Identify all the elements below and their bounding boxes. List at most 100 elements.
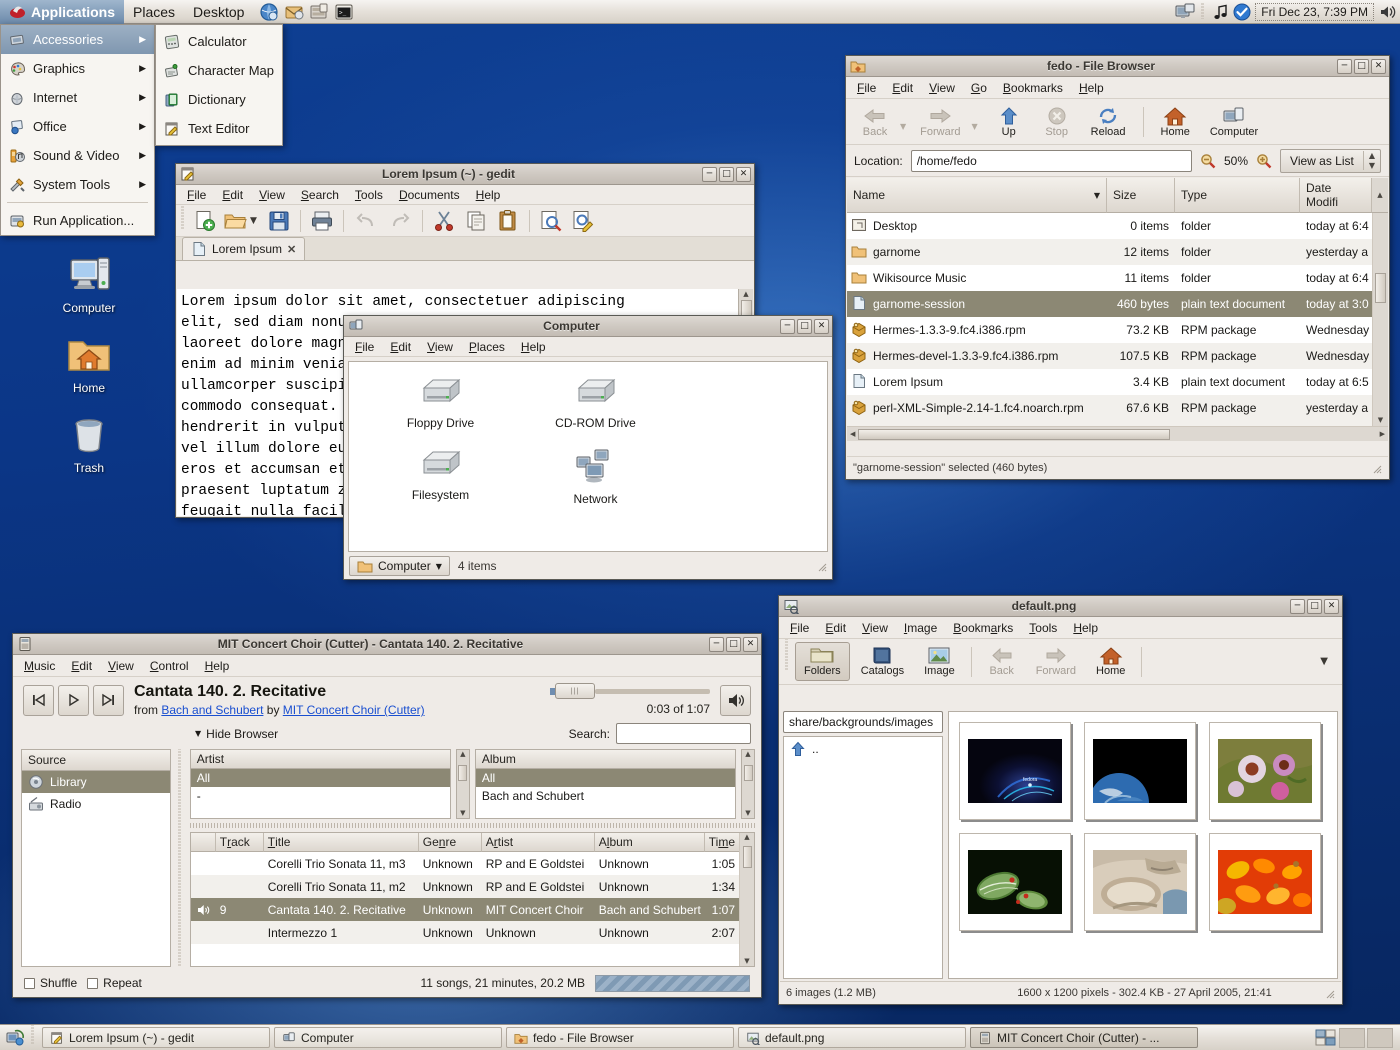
album-link[interactable]: Bach and Schubert bbox=[161, 703, 263, 717]
menu-file[interactable]: File bbox=[850, 79, 883, 97]
menu-view[interactable]: View bbox=[252, 186, 292, 204]
desktop-menu-button[interactable]: Desktop bbox=[184, 2, 253, 22]
shuffle-checkbox[interactable]: Shuffle bbox=[24, 976, 77, 990]
scroll-up-button[interactable]: ▲ bbox=[1372, 178, 1388, 213]
menu-help[interactable]: Help bbox=[514, 338, 553, 356]
display-icon[interactable] bbox=[1175, 3, 1195, 21]
column-date[interactable]: Date Modifi bbox=[1300, 178, 1372, 213]
computer-item-filesystem[interactable]: Filesystem bbox=[363, 448, 518, 502]
path-input[interactable] bbox=[783, 711, 943, 733]
forward-button[interactable]: Forward bbox=[1027, 642, 1085, 681]
maximize-button[interactable]: □ bbox=[719, 167, 734, 182]
volume-button[interactable] bbox=[720, 685, 751, 716]
open-icon[interactable] bbox=[223, 209, 247, 233]
track-row[interactable]: Corelli Trio Sonata 11, m3UnknownRP and … bbox=[191, 852, 739, 875]
computer-item-cdrom[interactable]: CD-ROM Drive bbox=[518, 376, 673, 430]
menu-tools[interactable]: Tools bbox=[1022, 619, 1064, 637]
file-list-scrollbar[interactable]: ▼ bbox=[1372, 213, 1388, 426]
taskbar-item[interactable]: fedo - File Browser bbox=[506, 1027, 734, 1048]
places-menu-button[interactable]: Places bbox=[124, 2, 184, 22]
column-type[interactable]: Type bbox=[1175, 178, 1300, 213]
computer-item-network[interactable]: Network bbox=[518, 448, 673, 520]
view-as-combo[interactable]: View as List ▲▼ bbox=[1280, 149, 1381, 173]
thumbnail-item[interactable] bbox=[1084, 833, 1196, 931]
maximize-button[interactable]: □ bbox=[1354, 59, 1369, 74]
update-check-icon[interactable] bbox=[1233, 3, 1251, 21]
menu-image[interactable]: Image bbox=[897, 619, 944, 637]
gedit-titlebar[interactable]: Lorem Ipsum (~) - gedit ─ □ ✕ bbox=[176, 164, 754, 185]
source-header[interactable]: Source bbox=[22, 750, 170, 771]
column-title[interactable]: Title bbox=[264, 833, 419, 852]
maximize-button[interactable]: □ bbox=[726, 637, 741, 652]
forward-dropdown-icon[interactable]: ▼ bbox=[972, 122, 978, 131]
taskbar-item[interactable]: Computer bbox=[274, 1027, 502, 1048]
source-item-radio[interactable]: Radio bbox=[22, 793, 170, 815]
zoom-out-icon[interactable] bbox=[1200, 153, 1216, 169]
speaker-icon[interactable] bbox=[1378, 3, 1396, 21]
menu-edit[interactable]: Edit bbox=[64, 657, 99, 675]
thumbnail-item[interactable] bbox=[1209, 833, 1321, 931]
track-row[interactable]: Corelli Trio Sonata 11, m2UnknownRP and … bbox=[191, 875, 739, 898]
email-icon[interactable] bbox=[284, 2, 304, 22]
table-row[interactable]: garnome12 itemsfolderyesterday a bbox=[847, 239, 1372, 265]
source-item-library[interactable]: Library bbox=[22, 771, 170, 793]
thumbnail-item[interactable] bbox=[1084, 722, 1196, 820]
location-input[interactable] bbox=[911, 150, 1192, 172]
new-icon[interactable] bbox=[193, 209, 217, 233]
menu-places[interactable]: Places bbox=[462, 338, 512, 356]
close-button[interactable]: ✕ bbox=[1371, 59, 1386, 74]
zoom-in-icon[interactable] bbox=[1256, 153, 1272, 169]
menu-tools[interactable]: Tools bbox=[348, 186, 390, 204]
menu-view[interactable]: View bbox=[855, 619, 895, 637]
home-button[interactable]: Home bbox=[1152, 102, 1199, 142]
close-button[interactable]: ✕ bbox=[814, 319, 829, 334]
next-button[interactable] bbox=[93, 685, 124, 716]
menu-help[interactable]: Help bbox=[1072, 79, 1111, 97]
replace-icon[interactable] bbox=[571, 209, 595, 233]
menu-file[interactable]: File bbox=[348, 338, 381, 356]
thumbnail-item[interactable] bbox=[959, 833, 1071, 931]
applications-menu-button[interactable]: Applications bbox=[0, 0, 124, 24]
table-row[interactable]: Hermes-devel-1.3.3-9.fc4.i386.rpm107.5 K… bbox=[847, 343, 1372, 369]
hide-browser-toggle[interactable]: ▼ Hide Browser bbox=[195, 727, 278, 741]
menu-item-internet[interactable]: Internet ▶ bbox=[1, 83, 154, 112]
menu-edit[interactable]: Edit bbox=[818, 619, 853, 637]
menu-file[interactable]: File bbox=[783, 619, 816, 637]
back-button[interactable]: Back bbox=[852, 102, 898, 142]
previous-button[interactable] bbox=[23, 685, 54, 716]
column-album[interactable]: Album bbox=[595, 833, 705, 852]
menu-bookmarks[interactable]: Bookmarks bbox=[946, 619, 1020, 637]
find-icon[interactable] bbox=[539, 209, 563, 233]
minimize-button[interactable]: ─ bbox=[709, 637, 724, 652]
track-list[interactable]: Track Title Genre Artist Album Time Core… bbox=[190, 832, 755, 967]
search-input[interactable] bbox=[616, 723, 751, 744]
menu-go[interactable]: Go bbox=[964, 79, 994, 97]
album-item[interactable]: Bach and Schubert bbox=[476, 787, 735, 805]
close-icon[interactable]: ✕ bbox=[287, 243, 296, 256]
open-dropdown-icon[interactable]: ▼ bbox=[250, 216, 257, 226]
resize-grip[interactable] bbox=[1370, 462, 1382, 474]
stop-button[interactable]: Stop bbox=[1034, 102, 1080, 142]
column-track[interactable]: Track bbox=[216, 833, 264, 852]
table-row[interactable]: Lorem Ipsum3.4 KBplain text documenttoda… bbox=[847, 369, 1372, 395]
artist-item[interactable]: - bbox=[191, 787, 450, 805]
submenu-item-dictionary[interactable]: Dictionary bbox=[156, 85, 282, 114]
menu-control[interactable]: Control bbox=[143, 657, 196, 675]
table-row[interactable]: Desktop0 itemsfoldertoday at 6:4 bbox=[847, 213, 1372, 239]
minimize-button[interactable]: ─ bbox=[780, 319, 795, 334]
menu-edit[interactable]: Edit bbox=[885, 79, 920, 97]
play-button[interactable] bbox=[58, 685, 89, 716]
back-button[interactable]: Back bbox=[979, 642, 1025, 681]
track-row[interactable]: 9Cantata 140. 2. RecitativeUnknownMIT Co… bbox=[191, 898, 739, 921]
minimize-button[interactable]: ─ bbox=[1290, 599, 1305, 614]
web-browser-icon[interactable] bbox=[259, 2, 279, 22]
resize-grip[interactable] bbox=[1323, 987, 1335, 999]
close-button[interactable]: ✕ bbox=[736, 167, 751, 182]
clock[interactable]: Fri Dec 23, 7:39 PM bbox=[1255, 3, 1374, 21]
track-row[interactable]: Intermezzo 1UnknownUnknownUnknown2:07 bbox=[191, 921, 739, 944]
computer-titlebar[interactable]: Computer ─ □ ✕ bbox=[344, 316, 832, 337]
catalogs-button[interactable]: Catalogs bbox=[852, 642, 913, 681]
menu-view[interactable]: View bbox=[922, 79, 962, 97]
menu-music[interactable]: Music bbox=[17, 657, 62, 675]
menu-help[interactable]: Help bbox=[469, 186, 508, 204]
